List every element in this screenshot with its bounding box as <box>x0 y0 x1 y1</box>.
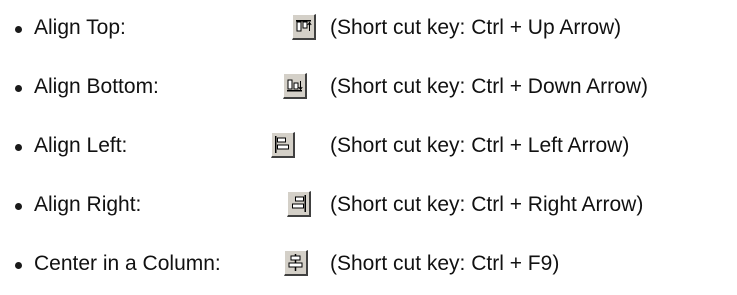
center-in-column-icon <box>284 250 308 276</box>
bullet <box>15 262 22 269</box>
item-label: Center in a Column: <box>34 252 221 275</box>
shortcut-text: (Short cut key: Ctrl + Right Arrow) <box>330 193 644 216</box>
align-top-icon <box>292 14 316 40</box>
shortcut-text: (Short cut key: Ctrl + Down Arrow) <box>330 75 649 98</box>
bullet <box>15 203 22 210</box>
list-item-align-top: Align Top: (Short cut key: Ctrl + Up Arr… <box>0 12 737 46</box>
bullet <box>15 85 22 92</box>
align-bottom-icon <box>283 73 307 99</box>
align-right-icon <box>287 191 311 217</box>
bullet <box>15 26 22 33</box>
bullet <box>15 144 22 151</box>
item-label: Align Bottom: <box>34 75 159 98</box>
item-label: Align Left: <box>34 134 128 157</box>
alignment-shortcut-list: Align Top: (Short cut key: Ctrl + Up Arr… <box>0 0 737 295</box>
item-label: Align Top: <box>34 16 126 39</box>
align-left-icon <box>271 132 295 158</box>
list-item-center-in-column: Center in a Column: (Short cut key: Ctrl… <box>0 248 737 282</box>
shortcut-text: (Short cut key: Ctrl + Up Arrow) <box>330 16 622 39</box>
list-item-align-left: Align Left: (Short cut key: Ctrl + Left … <box>0 130 737 164</box>
shortcut-text: (Short cut key: Ctrl + Left Arrow) <box>330 134 630 157</box>
list-item-align-bottom: Align Bottom: (Short cut key: Ctrl + Dow… <box>0 71 737 105</box>
shortcut-text: (Short cut key: Ctrl + F9) <box>330 252 560 275</box>
list-item-align-right: Align Right: (Short cut key: Ctrl + Righ… <box>0 189 737 223</box>
item-label: Align Right: <box>34 193 142 216</box>
